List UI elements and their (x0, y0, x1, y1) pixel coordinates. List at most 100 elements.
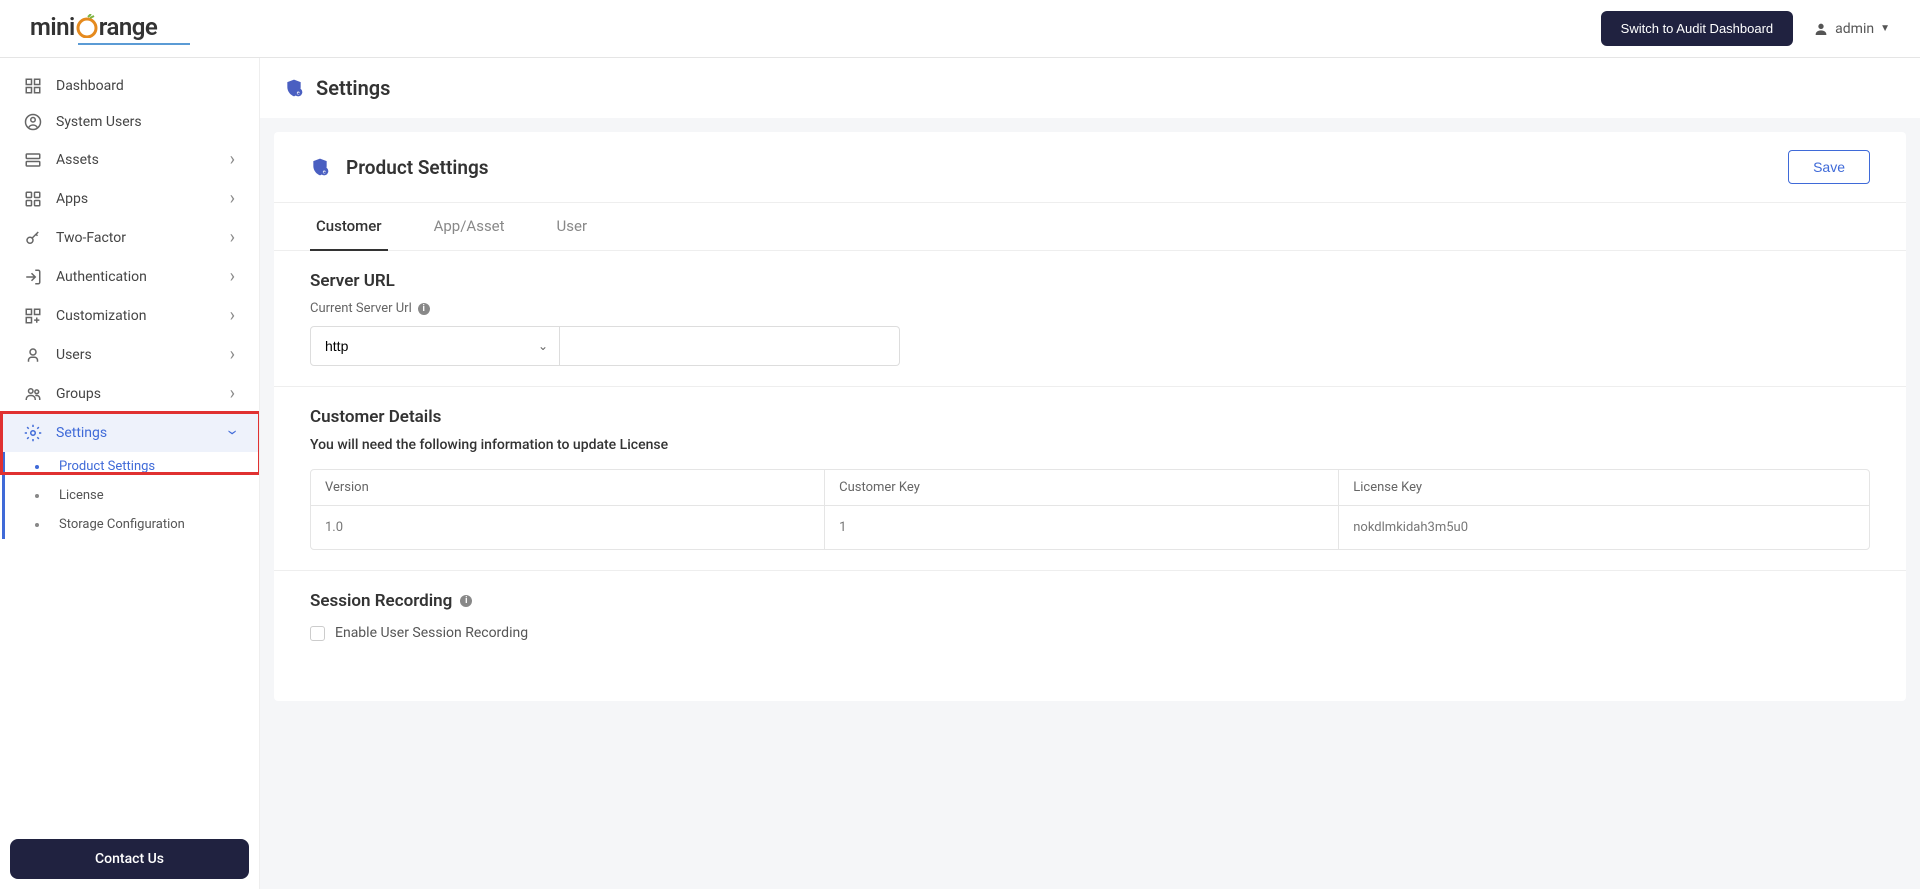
nav-label: Settings (56, 425, 230, 441)
cell-customer-key: 1 (825, 506, 1339, 549)
username-label: admin (1835, 21, 1874, 37)
sidebar-item-system-users[interactable]: System Users (0, 104, 259, 140)
gear-icon (24, 424, 42, 442)
logo-text-suffix: range (99, 13, 158, 41)
sidebar-item-groups[interactable]: Groups › (0, 374, 259, 413)
bullet-icon (35, 465, 39, 469)
nav-label: Users (56, 347, 230, 363)
info-icon[interactable]: i (460, 595, 472, 607)
sub-nav-storage-config[interactable]: Storage Configuration (5, 510, 259, 539)
user-icon (24, 346, 42, 364)
server-icon (24, 151, 42, 169)
logo-underline (30, 43, 190, 45)
col-version: Version (311, 470, 825, 506)
dashboard-icon (24, 77, 42, 95)
sidebar-item-dashboard[interactable]: Dashboard (0, 68, 259, 104)
bullet-icon (35, 523, 39, 527)
save-button[interactable]: Save (1788, 150, 1870, 184)
url-input-row: http ⌄ (310, 326, 1870, 366)
main-content: e Settings e Product Settings Save Custo… (260, 58, 1920, 889)
sidebar-item-authentication[interactable]: Authentication › (0, 257, 259, 296)
tab-customer[interactable]: Customer (310, 203, 388, 251)
table-row: 1.0 1 nokdlmkidah3m5u0 (311, 506, 1869, 549)
customer-details-table: Version Customer Key License Key 1.0 1 n… (310, 469, 1870, 550)
title-text: Session Recording (310, 591, 452, 611)
label-text: Current Server Url (310, 301, 412, 316)
product-settings-card: e Product Settings Save Customer App/Ass… (274, 132, 1906, 701)
sidebar: Dashboard System Users Assets › Apps › (0, 58, 260, 889)
chevron-right-icon: › (230, 383, 235, 404)
sidebar-item-users[interactable]: Users › (0, 335, 259, 374)
group-icon (24, 385, 42, 403)
user-icon (1813, 21, 1829, 37)
card-title: Product Settings (346, 156, 489, 179)
table-header-row: Version Customer Key License Key (311, 470, 1869, 506)
chevron-right-icon: › (230, 266, 235, 287)
sub-nav-label: Product Settings (59, 459, 155, 474)
svg-text:e: e (323, 170, 326, 176)
chevron-down-icon: › (222, 430, 243, 435)
nav-label: Apps (56, 191, 230, 207)
login-icon (24, 268, 42, 286)
customer-details-section: Customer Details You will need the follo… (274, 387, 1906, 571)
session-recording-section: Session Recording i Enable User Session … (274, 571, 1906, 661)
switch-audit-button[interactable]: Switch to Audit Dashboard (1601, 11, 1793, 46)
session-recording-checkbox[interactable] (310, 626, 325, 641)
protocol-select[interactable]: http (310, 326, 560, 366)
col-customer-key: Customer Key (825, 470, 1339, 506)
nav-label: Two-Factor (56, 230, 230, 246)
nav-label: System Users (56, 114, 235, 130)
svg-text:e: e (297, 91, 300, 97)
chevron-right-icon: › (230, 227, 235, 248)
chevron-right-icon: › (230, 305, 235, 326)
sidebar-item-assets[interactable]: Assets › (0, 140, 259, 179)
sidebar-item-two-factor[interactable]: Two-Factor › (0, 218, 259, 257)
apps-icon (24, 190, 42, 208)
logo-orange-icon (75, 13, 99, 41)
server-url-section: Server URL Current Server Url i http ⌄ (274, 251, 1906, 387)
cell-version: 1.0 (311, 506, 825, 549)
server-url-input[interactable] (560, 326, 900, 366)
nav-label: Dashboard (56, 78, 235, 94)
nav-label: Authentication (56, 269, 230, 285)
sub-nav-product-settings[interactable]: Product Settings (5, 452, 259, 481)
nav-list: Dashboard System Users Assets › Apps › (0, 58, 259, 829)
chevron-right-icon: › (230, 188, 235, 209)
sub-nav-label: License (59, 488, 104, 503)
customize-icon (24, 307, 42, 325)
checkbox-row: Enable User Session Recording (310, 625, 1870, 641)
sidebar-item-settings[interactable]: Settings › (0, 413, 259, 452)
sidebar-item-apps[interactable]: Apps › (0, 179, 259, 218)
sub-nav-license[interactable]: License (5, 481, 259, 510)
section-title: Customer Details (310, 407, 1870, 427)
brand-logo: minirange (30, 13, 190, 45)
tab-app-asset[interactable]: App/Asset (428, 203, 511, 251)
chevron-right-icon: › (230, 344, 235, 365)
settings-submenu: Product Settings License Storage Configu… (2, 452, 259, 539)
page-header: e Settings (260, 58, 1920, 118)
shield-icon: e (284, 78, 304, 98)
nav-label: Assets (56, 152, 230, 168)
page-title: Settings (316, 76, 390, 100)
bullet-icon (35, 494, 39, 498)
contact-us-button[interactable]: Contact Us (10, 839, 249, 879)
header-actions: Switch to Audit Dashboard admin ▼ (1601, 11, 1890, 46)
shield-icon: e (310, 157, 330, 177)
chevron-right-icon: › (230, 149, 235, 170)
section-note: You will need the following information … (310, 437, 1870, 453)
app-header: minirange Switch to Audit Dashboard admi… (0, 0, 1920, 58)
sidebar-item-customization[interactable]: Customization › (0, 296, 259, 335)
col-license-key: License Key (1339, 470, 1869, 506)
user-menu[interactable]: admin ▼ (1813, 21, 1890, 37)
section-label: Current Server Url i (310, 301, 1870, 316)
section-title: Session Recording i (310, 591, 1870, 611)
tab-user[interactable]: User (551, 203, 594, 251)
sub-nav-label: Storage Configuration (59, 517, 185, 532)
key-icon (24, 229, 42, 247)
cell-license-key: nokdlmkidah3m5u0 (1339, 506, 1869, 549)
section-title: Server URL (310, 271, 1870, 291)
checkbox-label: Enable User Session Recording (335, 625, 528, 641)
card-header: e Product Settings Save (274, 132, 1906, 203)
info-icon[interactable]: i (418, 303, 430, 315)
tabs: Customer App/Asset User (274, 203, 1906, 251)
